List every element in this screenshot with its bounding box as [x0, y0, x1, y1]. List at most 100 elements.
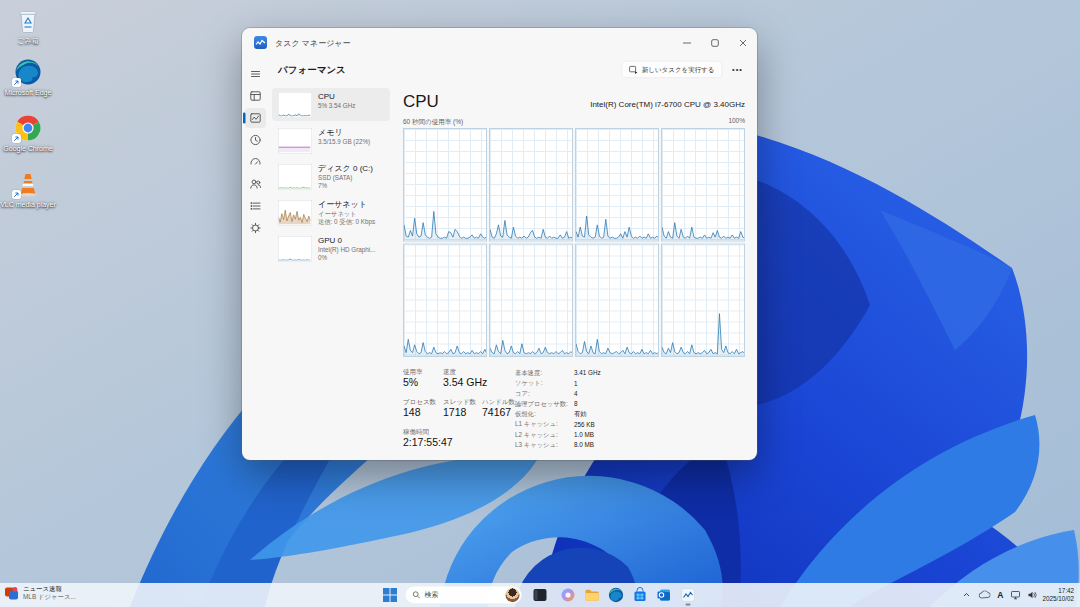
- rail-processes-button[interactable]: [245, 86, 266, 106]
- search-box[interactable]: 検索: [405, 586, 522, 604]
- stat-label: 速度: [443, 367, 456, 376]
- minimize-button[interactable]: [673, 28, 701, 58]
- spec-value: 8.0 MB: [574, 441, 594, 448]
- chrome-icon: [14, 114, 42, 142]
- cpu-core-chart-6: [575, 244, 659, 358]
- rail-performance-button[interactable]: [245, 108, 266, 128]
- taskbar-copilot-icon[interactable]: [560, 587, 576, 603]
- nav-rail: [242, 58, 269, 460]
- spec-row: L1 キャッシュ:256 KB: [515, 419, 705, 429]
- start-button[interactable]: [383, 588, 397, 602]
- sidebar-item-sub: 7%: [318, 182, 373, 190]
- widgets-button[interactable]: ニュース速報 MLB ドジャース...: [4, 585, 76, 601]
- spec-row: コア:4: [515, 389, 705, 399]
- rail-hamburger-menu-button[interactable]: [245, 64, 266, 84]
- taskbar: ニュース速報 MLB ドジャース... 検索: [0, 583, 1080, 607]
- taskbar-darkapp-icon[interactable]: [532, 587, 548, 603]
- desktop-icon-chrome[interactable]: Google Chrome: [0, 114, 56, 152]
- cpu-usage-charts: [403, 128, 745, 357]
- sidebar-item-ethernet[interactable]: イーサネットイーサネット送信: 0 受信: 0 Kbps: [272, 196, 390, 229]
- cpu-section-title: CPU: [403, 91, 439, 111]
- cpu-core-chart-0: [403, 128, 487, 242]
- taskbar-edge-icon[interactable]: [608, 587, 624, 603]
- desktop-icon-edge[interactable]: Microsoft Edge: [0, 58, 56, 96]
- spec-row: 論理プロセッサ数:8: [515, 399, 705, 409]
- details-icon: [249, 200, 262, 213]
- taskbar-explorer-icon[interactable]: [584, 587, 600, 603]
- stat-value: 3.54 GHz: [443, 376, 487, 388]
- cpu-spec-list: 基本速度:3.41 GHzソケット:1コア:4論理プロセッサ数:8仮想化:有効L…: [515, 368, 705, 450]
- desktop-icon-recycle-bin[interactable]: ごみ箱: [0, 6, 56, 44]
- sidebar-item-title: CPU: [318, 91, 355, 102]
- memory-thumbnail-chart: [278, 128, 312, 154]
- tray-volume-icon[interactable]: [1027, 590, 1037, 600]
- edge-icon: [14, 58, 42, 86]
- stat-label: ハンドル数: [482, 397, 515, 406]
- search-placeholder: 検索: [425, 591, 506, 600]
- tray-chevron-icon[interactable]: [962, 591, 970, 599]
- sidebar-item-disk[interactable]: ディスク 0 (C:)SSD (SATA)7%: [272, 160, 390, 193]
- spec-label: コア:: [515, 389, 574, 398]
- startup-apps-icon: [249, 156, 262, 169]
- spec-value: 3.41 GHz: [574, 370, 601, 377]
- desktop-icon-label: ごみ箱: [0, 36, 56, 44]
- recycle-bin-icon: [14, 6, 42, 34]
- search-avatar: [506, 588, 520, 602]
- desktop-icon-vlc[interactable]: VLC media player: [0, 170, 56, 208]
- sidebar-item-cpu[interactable]: CPU5% 3.54 GHz: [272, 88, 390, 121]
- rail-services-button[interactable]: [245, 218, 266, 238]
- spec-value: 8: [574, 400, 578, 407]
- widget-text: ニュース速報 MLB ドジャース...: [23, 585, 76, 601]
- sidebar-item-title: メモリ: [318, 127, 370, 138]
- active-app-indicator: [686, 604, 691, 606]
- close-button[interactable]: [729, 28, 757, 58]
- tray-clock[interactable]: 17:42 2025/10/02: [1042, 588, 1074, 603]
- system-tray: A 17:42 2025/10/02: [962, 583, 1080, 607]
- rail-details-button[interactable]: [245, 196, 266, 216]
- more-options-button[interactable]: •••: [729, 61, 746, 78]
- page-title: パフォーマンス: [278, 63, 346, 76]
- stat-label: 使用率: [403, 367, 423, 376]
- task-manager-window: タスク マネージャー パフォーマンス 新しいタスクを実行する ••• CPU5%…: [242, 28, 757, 460]
- run-task-icon: [629, 65, 638, 74]
- chart-max-label: 100%: [728, 117, 745, 125]
- stat-value: 2:17:55:47: [403, 436, 453, 448]
- chart-axis-label: 60 秒間の使用率 (%): [403, 117, 463, 126]
- spec-label: L2 キャッシュ:: [515, 430, 574, 439]
- cpu-core-chart-7: [661, 244, 745, 358]
- maximize-button[interactable]: [701, 28, 729, 58]
- stat-value: 148: [403, 406, 421, 418]
- sidebar-item-memory[interactable]: メモリ3.5/15.9 GB (22%): [272, 124, 390, 157]
- tray-onedrive-icon[interactable]: [978, 591, 990, 600]
- rail-users-button[interactable]: [245, 174, 266, 194]
- sidebar-item-sub: 3.5/15.9 GB (22%): [318, 138, 370, 146]
- sidebar-item-title: イーサネット: [318, 199, 375, 210]
- taskbar-taskmanager-icon[interactable]: [680, 587, 696, 603]
- stat-value: 5%: [403, 376, 418, 388]
- spec-row: ソケット:1: [515, 378, 705, 388]
- sidebar-item-text: メモリ3.5/15.9 GB (22%): [318, 127, 370, 146]
- sidebar-item-title: GPU 0: [318, 235, 375, 246]
- spec-row: 仮想化:有効: [515, 409, 705, 419]
- taskbar-store-icon[interactable]: [632, 587, 648, 603]
- sidebar-item-text: GPU 0Intel(R) HD Graphi...0%: [318, 235, 375, 262]
- sidebar-item-sub: 0%: [318, 254, 375, 262]
- widgets-icon: [4, 586, 19, 601]
- taskbar-outlook-icon[interactable]: [656, 587, 672, 603]
- rail-startup-apps-button[interactable]: [245, 152, 266, 172]
- sidebar-item-gpu[interactable]: GPU 0Intel(R) HD Graphi...0%: [272, 232, 390, 265]
- spec-label: 論理プロセッサ数:: [515, 400, 574, 409]
- run-new-task-button[interactable]: 新しいタスクを実行する: [621, 61, 722, 78]
- performance-sidebar: CPU5% 3.54 GHz メモリ3.5/15.9 GB (22%) ディスク 0…: [272, 88, 390, 268]
- rail-app-history-button[interactable]: [245, 130, 266, 150]
- sidebar-item-sub: 5% 3.54 GHz: [318, 102, 355, 110]
- tray-time: 17:42: [1042, 588, 1074, 596]
- tray-network-icon[interactable]: [1010, 590, 1021, 600]
- stat-value: 1718: [443, 406, 466, 418]
- spec-value: 有効: [574, 410, 587, 419]
- sidebar-item-text: イーサネットイーサネット送信: 0 受信: 0 Kbps: [318, 199, 375, 226]
- tray-ime-indicator[interactable]: A: [997, 590, 1003, 600]
- sidebar-item-sub: イーサネット: [318, 210, 375, 218]
- spec-row: 基本速度:3.41 GHz: [515, 368, 705, 378]
- desktop-icon-label: VLC media player: [0, 200, 56, 208]
